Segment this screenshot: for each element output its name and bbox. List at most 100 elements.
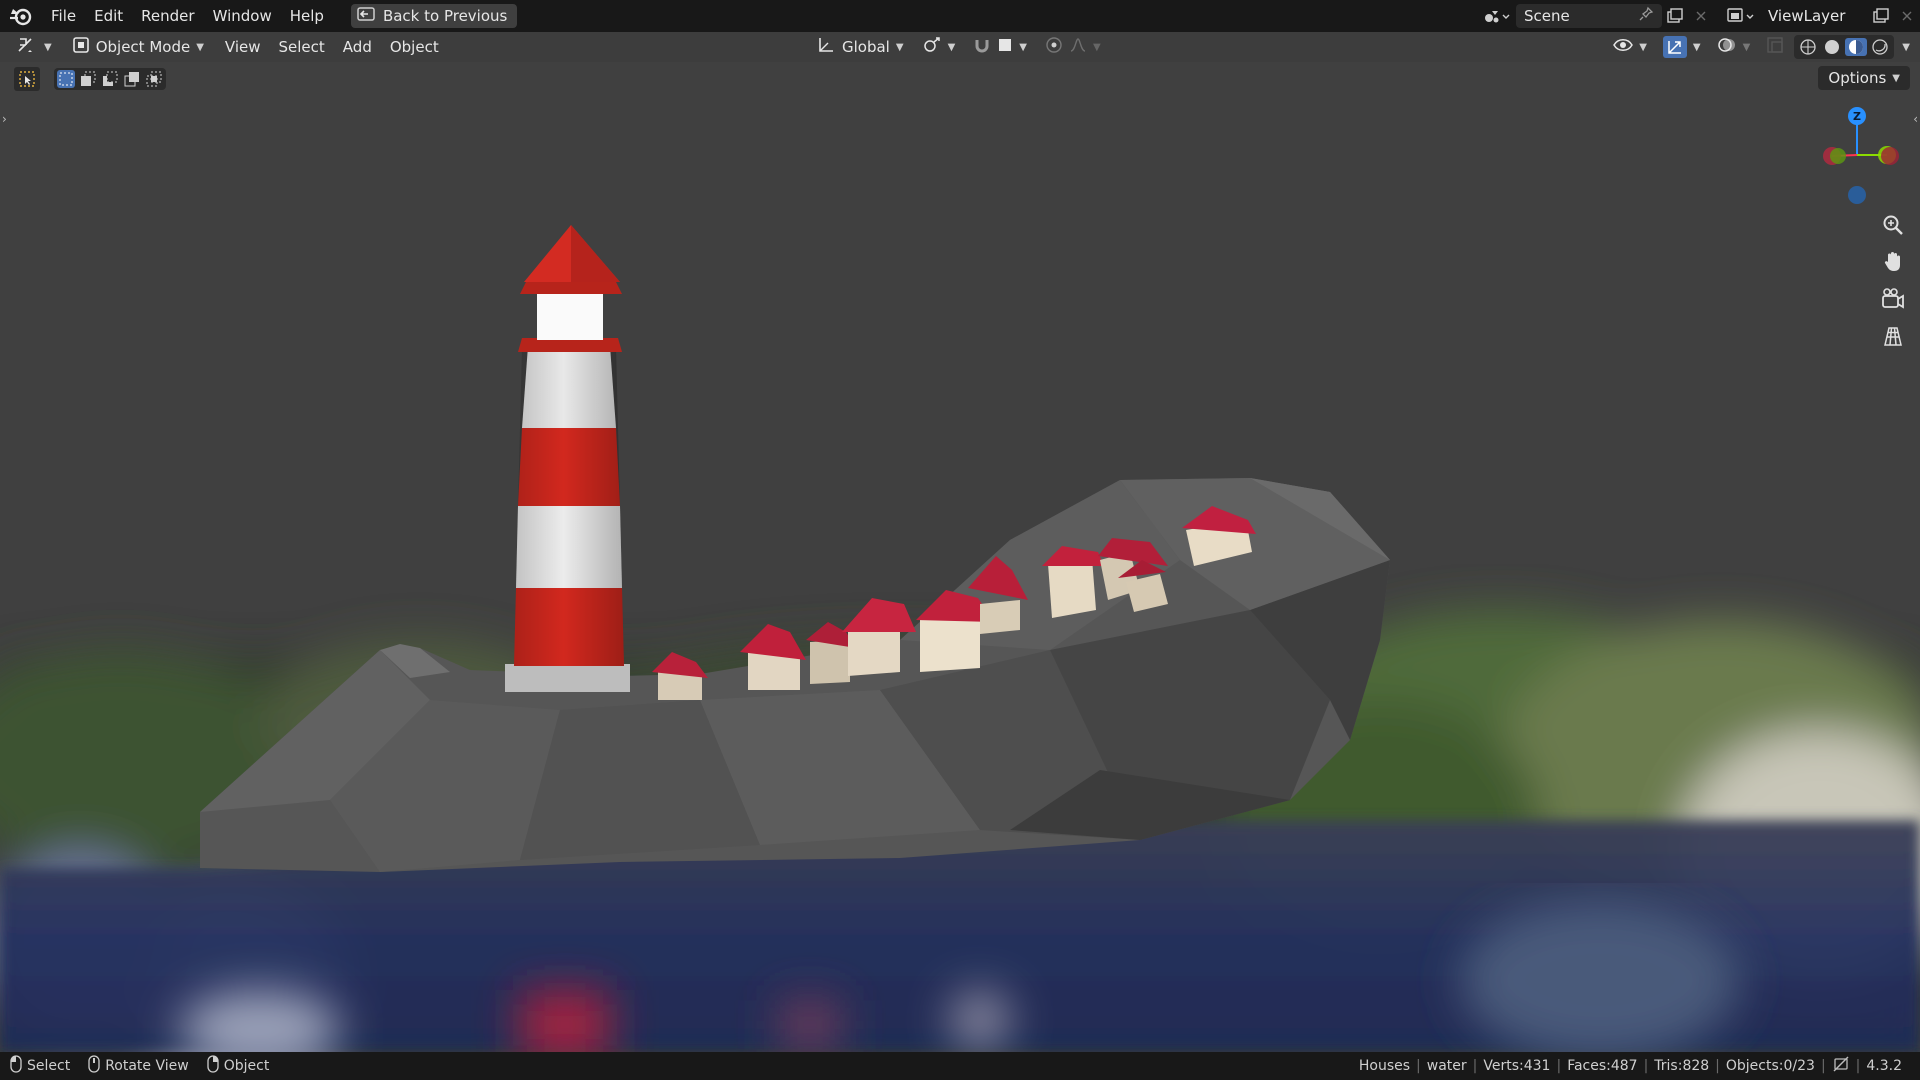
pivot-point-dropdown[interactable]: ▼ [916,35,962,59]
stat-verts: Verts:431 [1483,1058,1551,1074]
pin-icon[interactable] [1638,6,1654,26]
mode-dropdown[interactable]: Object Mode ▼ [66,35,210,59]
delete-scene-icon[interactable] [1688,4,1714,28]
menu-view[interactable]: View [216,32,270,62]
menu-window[interactable]: Window [204,0,281,32]
editor-type-dropdown[interactable]: ▼ [10,35,58,59]
chevron-down-icon: ▼ [196,41,204,53]
solid-shading-icon[interactable] [1821,38,1843,56]
toolbar-expand-arrow[interactable]: › [2,112,7,126]
stat-objects: Objects:0/23 [1725,1058,1815,1074]
gizmo-toggle[interactable]: ▼ [1657,35,1707,59]
stat-faces: Faces:487 [1567,1058,1638,1074]
select-box-tool-icon[interactable] [14,67,40,91]
no-gpu-warning-icon[interactable] [1826,1055,1856,1077]
options-dropdown[interactable]: Options ▼ [1818,66,1910,90]
stat-active-object: water [1426,1058,1467,1074]
blender-logo-icon[interactable] [8,3,34,29]
hint-object: Object [207,1055,269,1077]
menu-add[interactable]: Add [334,32,381,62]
blender-version: 4.3.2 [1866,1058,1902,1074]
shading-options-chevron-icon[interactable]: ▼ [1902,42,1910,53]
pan-hand-icon[interactable] [1878,247,1908,277]
top-menubar: File Edit Render Window Help Back to Pre… [0,0,1920,32]
chevron-down-icon: ▼ [1892,72,1900,84]
chevron-down-icon: ▼ [895,41,904,53]
chevron-down-icon: ▼ [1639,41,1647,53]
back-arrow-icon [357,6,375,26]
chevron-down-icon: ▼ [947,41,956,53]
hint-select: Select [10,1055,70,1077]
hint-rotate-view: Rotate View [88,1055,189,1077]
visibility-dropdown[interactable]: ▼ [1607,35,1653,59]
scene-selector-icon[interactable] [1478,4,1516,28]
hint-select-label: Select [27,1058,71,1074]
chevron-down-icon: ▼ [1019,41,1027,53]
overlays-icon [1717,36,1737,58]
menu-help[interactable]: Help [281,0,333,32]
scene-name: Scene [1524,7,1570,25]
viewport-display-group: ▼ ▼ ▼ ▼ [1607,35,1910,59]
wireframe-shading-icon[interactable] [1797,38,1819,56]
orientation-label: Global [842,38,890,56]
new-scene-icon[interactable] [1662,4,1688,28]
tool-settings-row [14,66,166,92]
new-view-layer-icon[interactable] [1868,4,1894,28]
set-new-selection-icon[interactable] [57,70,75,88]
menu-render[interactable]: Render [132,0,203,32]
xray-toggle[interactable] [1760,35,1790,59]
proportional-edit-icon [1045,36,1063,58]
intersect-selection-icon[interactable] [145,70,163,88]
topbar-right-group: Scene ViewLayer [1478,0,1920,32]
zoom-icon[interactable] [1878,210,1908,240]
menu-select[interactable]: Select [270,32,334,62]
back-to-previous-button[interactable]: Back to Previous [350,4,518,28]
menu-edit[interactable]: Edit [85,0,132,32]
material-preview-shading-icon[interactable] [1845,38,1868,56]
magnet-icon [973,36,991,58]
rendered-shading-icon[interactable] [1869,38,1891,56]
view-layer-name: ViewLayer [1768,7,1846,25]
view-layer-field[interactable]: ViewLayer [1760,4,1868,28]
gizmo-icon [1662,36,1687,58]
navigation-gizmo[interactable]: Z [1810,100,1920,210]
3d-viewport[interactable]: › ‹ [0,62,1920,1052]
mode-label: Object Mode [95,38,191,56]
shading-mode-group [1794,35,1895,59]
proportional-edit-toggle[interactable]: ▼ [1039,35,1107,59]
chevron-down-icon: ▼ [1692,41,1701,53]
camera-view-icon[interactable] [1878,284,1908,314]
menu-file[interactable]: File [42,0,85,32]
stat-collection: Houses [1358,1058,1411,1074]
transform-tools-group: Global ▼ ▼ ▼ ▼ [810,35,1107,59]
subtract-selection-icon[interactable] [101,70,119,88]
chevron-down-icon: ▼ [1742,41,1751,53]
snap-target-icon [997,37,1013,57]
extend-selection-icon[interactable] [79,70,97,88]
gizmo-z-label: Z [1853,110,1861,123]
menu-object[interactable]: Object [381,32,448,62]
mouse-right-icon [207,1055,219,1077]
falloff-icon [1069,36,1087,58]
scene-name-field[interactable]: Scene [1516,4,1662,28]
snap-toggle[interactable]: ▼ [967,35,1033,59]
viewport-header: ▼ Object Mode ▼ View Select Add Object G… [0,32,1920,62]
viewlayer-selector-icon[interactable] [1722,4,1760,28]
mouse-middle-icon [88,1055,100,1077]
delete-view-layer-icon[interactable] [1894,4,1920,28]
pivot-icon [922,36,942,58]
perspective-ortho-grid-icon[interactable] [1878,321,1908,351]
viewport-scene [0,62,1920,1052]
stat-tris: Tris:828 [1654,1058,1710,1074]
editor-type-icon [16,36,38,58]
back-to-previous-label: Back to Previous [382,7,508,25]
transform-orientation-dropdown[interactable]: Global ▼ [810,35,910,59]
eye-icon [1613,37,1634,57]
chevron-down-icon: ▼ [44,41,52,53]
invert-selection-icon[interactable] [123,70,141,88]
options-label: Options [1828,69,1887,87]
overlays-toggle[interactable]: ▼ [1711,35,1757,59]
hint-rotate-view-label: Rotate View [105,1058,189,1074]
status-bar: Select Rotate View Object Houses | water… [0,1052,1920,1080]
scene-statistics: Houses | water | Verts:431 | Faces:487 |… [1353,1052,1920,1080]
